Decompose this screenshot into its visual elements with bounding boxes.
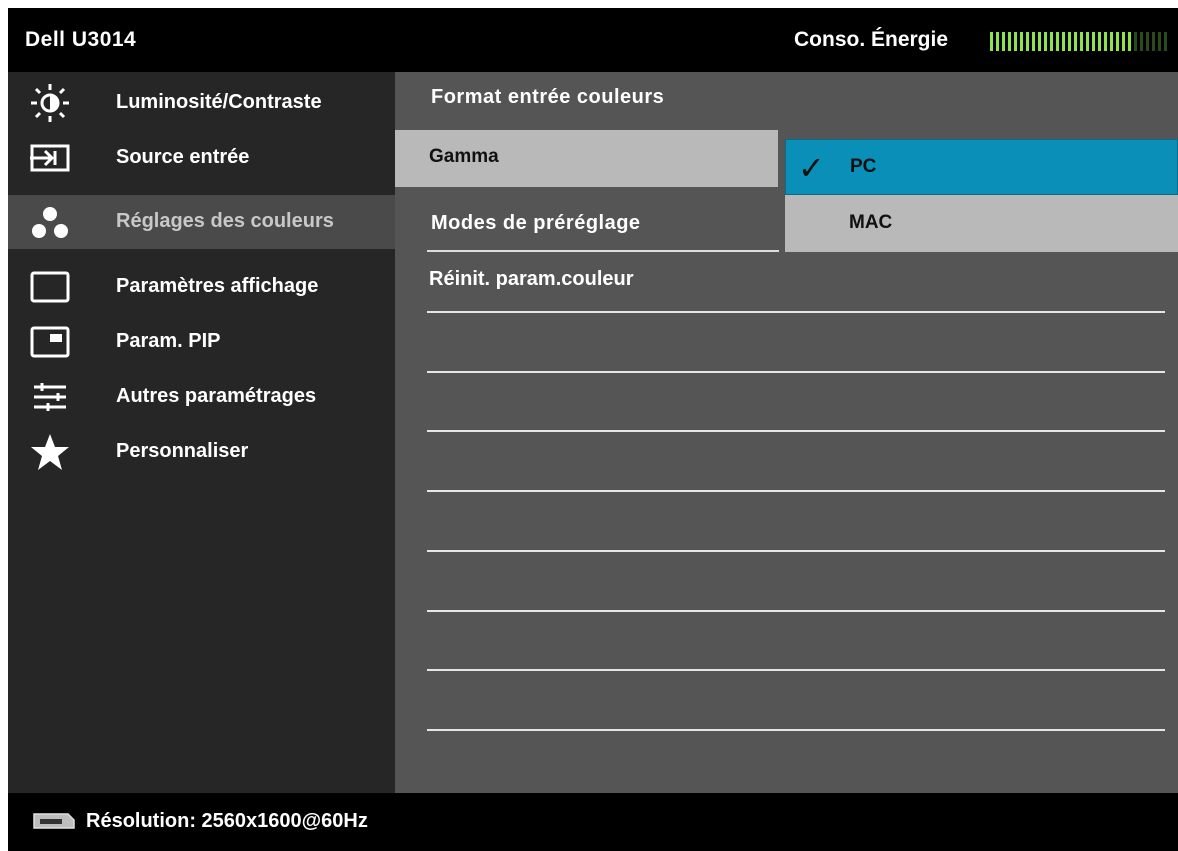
sidebar-item-label: Param. PIP <box>116 330 221 352</box>
menu-item-gamma[interactable]: Gamma <box>395 130 778 187</box>
energy-meter-segment <box>1080 32 1083 51</box>
divider <box>427 729 1165 731</box>
energy-meter-segment <box>1032 32 1035 51</box>
energy-meter-segment <box>1044 32 1047 51</box>
sidebar-item-label: Luminosité/Contraste <box>116 91 322 113</box>
energy-meter-segment <box>1056 32 1059 51</box>
osd-menu: Dell U3014 Conso. Énergie Luminosité/Con… <box>8 8 1178 851</box>
energy-meter-segment <box>1038 32 1041 51</box>
energy-meter-segment <box>1020 32 1023 51</box>
divider <box>427 610 1165 612</box>
status-footer: Résolution: 2560x1600@60Hz <box>8 793 1178 851</box>
sidebar-item-other-settings[interactable]: Autres paramétrages <box>8 370 395 424</box>
energy-meter-segment <box>1086 32 1089 51</box>
gamma-option-mac[interactable]: MAC <box>785 195 1178 252</box>
monitor-model-title: Dell U3014 <box>25 28 137 51</box>
energy-meter-segment <box>1164 32 1167 51</box>
energy-meter-segment <box>1026 32 1029 51</box>
energy-consumption-label: Conso. Énergie <box>794 28 949 51</box>
energy-meter <box>990 32 1170 51</box>
divider <box>427 430 1165 432</box>
color-settings-icon <box>30 202 70 242</box>
header-bar: Dell U3014 Conso. Énergie <box>8 8 1178 72</box>
sidebar-item-label: Paramètres affichage <box>116 275 319 297</box>
menu-item-label: Gamma <box>429 146 499 167</box>
sidebar-item-label: Personnaliser <box>116 440 249 462</box>
energy-meter-segment <box>1152 32 1155 51</box>
display-port-icon <box>30 811 76 836</box>
sidebar-item-color-settings[interactable]: Réglages des couleurs <box>8 195 395 249</box>
energy-meter-segment <box>1092 32 1095 51</box>
checkmark-icon: ✓ <box>798 150 825 186</box>
energy-meter-segment <box>1050 32 1053 51</box>
energy-meter-segment <box>1062 32 1065 51</box>
energy-meter-segment <box>1158 32 1161 51</box>
sidebar-item-label: Réglages des couleurs <box>116 210 334 232</box>
divider <box>427 550 1165 552</box>
main-menu-sidebar: Luminosité/Contraste Source entrée Régla… <box>8 72 395 793</box>
pip-icon <box>30 322 70 362</box>
energy-meter-segment <box>1110 32 1113 51</box>
sidebar-item-display-settings[interactable]: Paramètres affichage <box>8 260 395 314</box>
menu-item-label: Format entrée couleurs <box>431 86 665 108</box>
energy-meter-segment <box>1074 32 1077 51</box>
energy-meter-segment <box>1068 32 1071 51</box>
energy-meter-segment <box>1014 32 1017 51</box>
sidebar-item-personalize[interactable]: Personnaliser <box>8 425 395 479</box>
gamma-option-pc[interactable]: ✓ PC <box>785 139 1178 195</box>
divider <box>427 311 1165 313</box>
brightness-icon <box>30 83 70 123</box>
energy-meter-segment <box>1008 32 1011 51</box>
input-source-icon <box>30 138 70 178</box>
sidebar-item-brightness-contrast[interactable]: Luminosité/Contraste <box>8 76 395 130</box>
sidebar-item-pip-settings[interactable]: Param. PIP <box>8 315 395 369</box>
energy-meter-segment <box>1122 32 1125 51</box>
divider <box>427 371 1165 373</box>
color-settings-panel: Format entrée couleurs Gamma Modes de pr… <box>395 72 1178 793</box>
energy-meter-segment <box>1104 32 1107 51</box>
star-icon <box>30 432 70 472</box>
sidebar-item-label: Source entrée <box>116 146 250 168</box>
energy-meter-segment <box>1140 32 1143 51</box>
energy-meter-segment <box>1146 32 1149 51</box>
sidebar-item-label: Autres paramétrages <box>116 385 317 407</box>
energy-meter-segment <box>1002 32 1005 51</box>
option-label: PC <box>850 156 877 177</box>
energy-meter-segment <box>996 32 999 51</box>
menu-item-label: Modes de préréglage <box>431 212 641 234</box>
divider <box>427 250 779 252</box>
divider <box>427 669 1165 671</box>
energy-meter-segment <box>1116 32 1119 51</box>
divider <box>427 490 1165 492</box>
energy-meter-segment <box>1134 32 1137 51</box>
energy-meter-segment <box>1128 32 1131 51</box>
energy-meter-segment <box>1098 32 1101 51</box>
sliders-icon <box>30 377 70 417</box>
energy-meter-segment <box>990 32 993 51</box>
display-icon <box>30 267 70 307</box>
menu-item-preset-modes[interactable]: Modes de préréglage <box>395 190 778 248</box>
sidebar-item-input-source[interactable]: Source entrée <box>8 131 395 185</box>
resolution-text: Résolution: 2560x1600@60Hz <box>86 810 368 832</box>
menu-item-label: Réinit. param.couleur <box>429 268 634 290</box>
option-label: MAC <box>849 212 893 233</box>
